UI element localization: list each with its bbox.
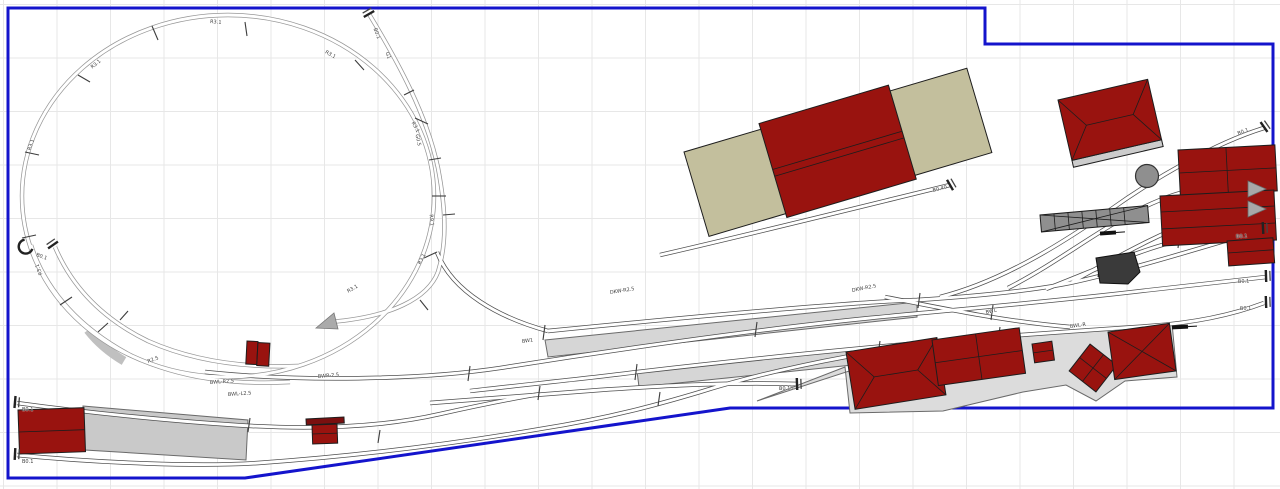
- freight-house[interactable]: [18, 408, 85, 454]
- small-shed-right[interactable]: [1227, 238, 1275, 266]
- loading-dock-bar[interactable]: [306, 417, 344, 425]
- engine-shed-lower[interactable]: [1160, 190, 1276, 246]
- yard-lead-track[interactable]: [437, 252, 548, 331]
- trackside-hut-2[interactable]: [312, 424, 338, 444]
- track-label: R9.1: [428, 214, 434, 226]
- rail-cores: [17, 14, 1268, 465]
- track-label: B0.1: [22, 408, 33, 413]
- track-label: B0.1: [1238, 279, 1250, 285]
- town-small-building[interactable]: [1032, 341, 1054, 363]
- trackside-hut[interactable]: [246, 341, 270, 366]
- track-label: B0.1: [1240, 306, 1252, 312]
- track-label: B0.1: [1236, 234, 1248, 240]
- loading-ramp[interactable]: [1040, 206, 1149, 232]
- track-plan-canvas: R3.1R3.1R3.1R3.1R3.1R3.1R3.1R3.1G1G0.5R9…: [0, 0, 1280, 489]
- track-label: B0.1S: [779, 386, 794, 392]
- town-pavilion-building[interactable]: [1108, 323, 1176, 379]
- water-tower[interactable]: [1136, 165, 1159, 188]
- branch-track[interactable]: [369, 14, 444, 272]
- track-plan-drawing: [0, 0, 1280, 489]
- hip-roof-building[interactable]: [1058, 79, 1163, 167]
- dark-structure[interactable]: [1096, 252, 1140, 284]
- track-label: B0.1: [22, 460, 33, 465]
- spiral-end-arrow: [316, 313, 338, 329]
- track-label: G0.5: [414, 134, 421, 147]
- track-label: R3.1: [210, 20, 222, 26]
